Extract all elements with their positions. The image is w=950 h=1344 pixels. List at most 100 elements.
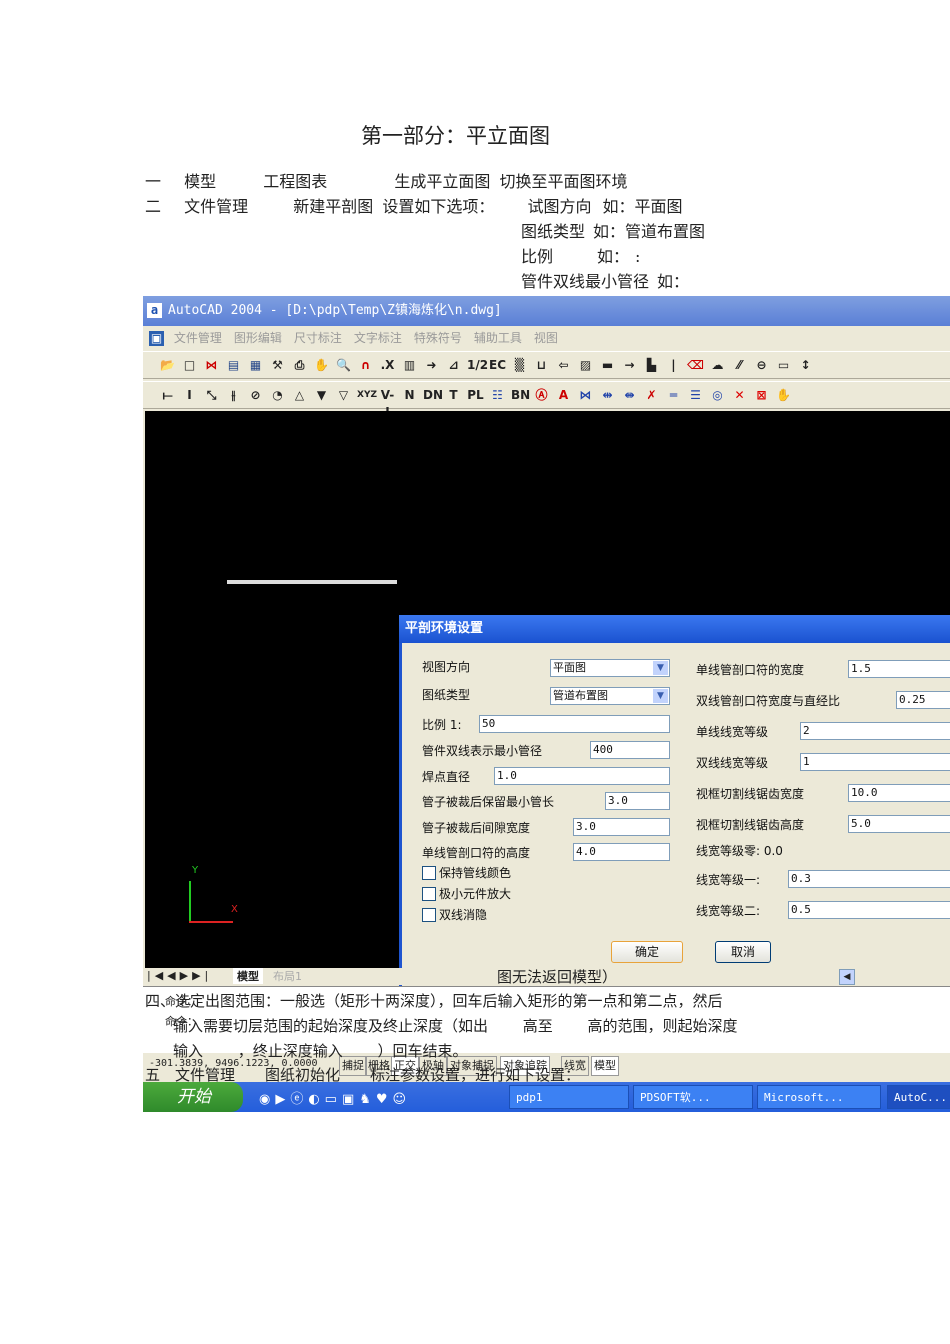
circle-icon[interactable]: ◎ (709, 387, 726, 404)
dim-linear-icon[interactable]: ⟝ (159, 387, 176, 404)
menu-edit[interactable]: 图形编辑 (234, 331, 282, 345)
menu-view[interactable]: 视图 (534, 331, 558, 345)
weld-diameter-input[interactable]: 1.0 (494, 767, 670, 785)
dim-continue-icon[interactable]: ⫲ (225, 387, 242, 404)
split-icon[interactable]: ⇹ (599, 387, 616, 404)
magnet-icon[interactable]: ∩ (357, 357, 374, 374)
menu-symbols[interactable]: 特殊符号 (414, 331, 462, 345)
tab-layout1[interactable]: 布局1 (273, 968, 302, 984)
right-arrow-icon[interactable]: → (621, 357, 638, 374)
keep-line-color-checkbox[interactable] (422, 866, 436, 880)
xyz-button[interactable]: XYZ (357, 387, 377, 404)
drawing-canvas[interactable]: Y X 平剖环境设置 视图方向 平面图 ▼ 图纸类型 管道布置图 ▼ 比例 1: 5… (145, 411, 950, 993)
chevron-down-icon[interactable]: ▼ (653, 689, 668, 703)
open-icon[interactable]: 📂 (159, 357, 176, 374)
delete-block-icon[interactable]: ⊠ (753, 387, 770, 404)
dim-aligned-icon[interactable]: ⤡ (203, 387, 220, 404)
pan-icon[interactable]: ✋ (313, 357, 330, 374)
up-down-icon[interactable]: ↕ (797, 357, 814, 374)
calculator-icon[interactable]: ▥ (401, 357, 418, 374)
base-icon[interactable]: ▬ (599, 357, 616, 374)
dim-angle-icon[interactable]: △ (291, 387, 308, 404)
scroll-left-icon[interactable]: ◀ (839, 969, 855, 985)
pan2-icon[interactable]: ✋ (775, 387, 792, 404)
valve-icon[interactable]: ⊖ (753, 357, 770, 374)
double-lineweight-input[interactable]: 1 (800, 753, 950, 771)
taskbar-item-autocad[interactable]: AutoC... (887, 1085, 950, 1109)
cancel-button[interactable]: 取消 (715, 941, 771, 963)
scale-input[interactable]: 50 (479, 715, 670, 733)
dimension-icon[interactable]: 1/2 (467, 357, 488, 374)
line-icon[interactable]: | (665, 357, 682, 374)
app-menu-icon[interactable]: ▣ (149, 331, 164, 346)
save-icon[interactable]: ▤ (225, 357, 242, 374)
lineweight-two-input[interactable]: 0.5 (788, 901, 950, 919)
view-direction-select[interactable]: 平面图 ▼ (550, 659, 670, 677)
start-button[interactable]: 开始 (143, 1082, 243, 1112)
menu-tools[interactable]: 辅助工具 (474, 331, 522, 345)
new-icon[interactable]: □ (181, 357, 198, 374)
list-icon[interactable]: ☰ (687, 387, 704, 404)
hatch-icon[interactable]: ▒ (511, 357, 528, 374)
angle-icon[interactable]: ⊿ (445, 357, 462, 374)
model-toggle[interactable]: 模型 (591, 1056, 619, 1076)
cut-symbol-height-input[interactable]: 4.0 (573, 843, 670, 861)
shape-icon[interactable]: ▙ (643, 357, 660, 374)
block-icon[interactable]: ▭ (775, 357, 792, 374)
min-double-line-diameter-input[interactable]: 400 (590, 741, 670, 759)
cut-icon[interactable]: ✗ (643, 387, 660, 404)
dim-diameter-icon[interactable]: ⊘ (247, 387, 264, 404)
min-pipe-length-input[interactable]: 3.0 (605, 792, 670, 810)
single-lineweight-input[interactable]: 2 (800, 722, 950, 740)
t-button[interactable]: T (445, 387, 462, 404)
text-a-icon[interactable]: A (555, 387, 572, 404)
pattern-icon[interactable]: ▨ (577, 357, 594, 374)
table-icon[interactable]: ☷ (489, 387, 506, 404)
cloud-icon[interactable]: ☁ (709, 357, 726, 374)
dash-icon[interactable]: ═ (665, 387, 682, 404)
single-cut-width-input[interactable]: 1.5 (848, 660, 950, 678)
join-icon[interactable]: ⇼ (621, 387, 638, 404)
saw-height-input[interactable]: 5.0 (848, 815, 950, 833)
double-cut-ratio-input[interactable]: 0.25 (896, 691, 950, 709)
chevron-down-icon[interactable]: ▼ (653, 661, 668, 675)
quick-launch-icons[interactable]: ◉▶ⓔ◐▭▣♞♥☺ (259, 1088, 411, 1107)
properties-icon[interactable]: ⚒ (269, 357, 286, 374)
ok-button[interactable]: 确定 (611, 941, 683, 963)
menu-dimension[interactable]: 尺寸标注 (294, 331, 342, 345)
zoom-icon[interactable]: 🔍 (335, 357, 352, 374)
erase-icon[interactable]: ⌫ (687, 357, 704, 374)
taskbar-item-pdp1[interactable]: pdp1 (509, 1085, 629, 1109)
saw-width-input[interactable]: 10.0 (848, 784, 950, 802)
elevation-icon[interactable]: ▼ (313, 387, 330, 404)
delete-icon[interactable]: ✕ (731, 387, 748, 404)
break-icon[interactable]: ⁄⁄ (731, 357, 748, 374)
dim-vertical-icon[interactable]: I (181, 387, 198, 404)
dim-radius-icon[interactable]: ◔ (269, 387, 286, 404)
n-button[interactable]: N (401, 387, 418, 404)
tab-model[interactable]: 模型 (233, 968, 263, 984)
taskbar-item-microsoft[interactable]: Microsoft... (757, 1085, 881, 1109)
tag-icon[interactable]: Ⓐ (533, 387, 550, 404)
menu-file[interactable]: 文件管理 (174, 331, 222, 345)
xref-icon[interactable]: .X (379, 357, 396, 374)
saveas-icon[interactable]: ▦ (247, 357, 264, 374)
close-drawing-icon[interactable]: ⋈ (203, 357, 220, 374)
lineweight-one-input[interactable]: 0.3 (788, 870, 950, 888)
gap-width-input[interactable]: 3.0 (573, 818, 670, 836)
pl-button[interactable]: PL (467, 387, 484, 404)
print-icon[interactable]: ⎙ (291, 357, 308, 374)
vi-button[interactable]: V-I (379, 387, 396, 419)
valve-tag-icon[interactable]: ⋈ (577, 387, 594, 404)
double-line-hide-checkbox[interactable] (422, 908, 436, 922)
taskbar-item-pdsoft[interactable]: PDSOFT软... (633, 1085, 753, 1109)
left-arrow-icon[interactable]: ⇦ (555, 357, 572, 374)
arrow-icon[interactable]: ➜ (423, 357, 440, 374)
dn-button[interactable]: DN (423, 387, 443, 404)
menu-text[interactable]: 文字标注 (354, 331, 402, 345)
drawing-type-select[interactable]: 管道布置图 ▼ (550, 687, 670, 705)
enlarge-small-parts-checkbox[interactable] (422, 887, 436, 901)
ec-icon[interactable]: EC (489, 357, 506, 374)
tab-nav-arrows-icon[interactable]: |◀◀▶▶| (147, 969, 212, 982)
bn-button[interactable]: BN (511, 387, 530, 404)
